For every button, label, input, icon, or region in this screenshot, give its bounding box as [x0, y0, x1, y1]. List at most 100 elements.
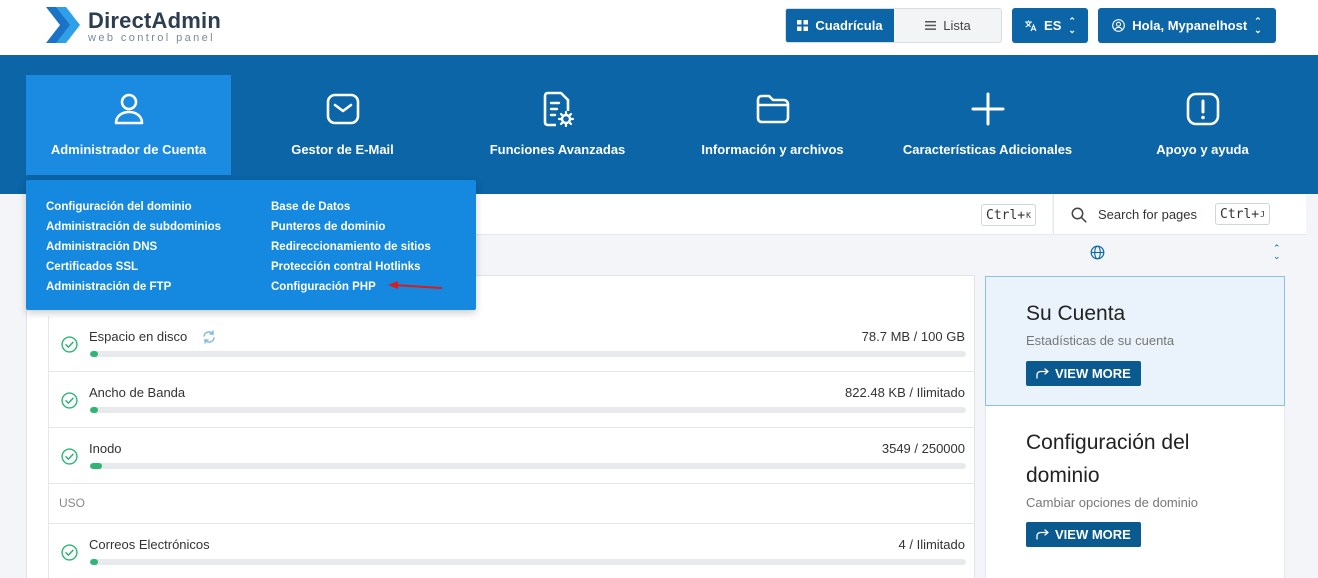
shortcut-key: J	[1260, 209, 1265, 219]
progress-bar	[90, 559, 966, 565]
progress-fill	[90, 463, 103, 469]
stat-label: Inodo	[89, 441, 122, 456]
user-menu-button[interactable]: Hola, Mypanelhost ⌃ ⌄	[1098, 8, 1276, 43]
search-pages-button[interactable]: Search for pages Ctrl+ J	[1053, 194, 1306, 235]
plus-icon	[971, 92, 1004, 126]
globe-icon[interactable]	[1090, 245, 1105, 260]
mail-icon	[326, 93, 359, 125]
check-circle-icon	[61, 448, 78, 465]
progress-fill	[90, 351, 98, 357]
nav-label: Gestor de E-Mail	[291, 142, 394, 157]
nav-account-manager[interactable]: Administrador de Cuenta	[26, 75, 231, 175]
logo-title: DirectAdmin	[88, 8, 221, 33]
dropdown-column-left: Configuración del dominio Administración…	[46, 197, 221, 297]
nav-additional-features[interactable]: Características Adicionales	[885, 75, 1090, 175]
stat-row-bandwidth: Ancho de Banda 822.48 KB / Ilimitado	[48, 372, 975, 428]
menu-item-site-redirection[interactable]: Redireccionamiento de sitios	[271, 237, 431, 257]
card-title-line2: dominio	[1026, 464, 1100, 487]
language-selector[interactable]: ES ⌃ ⌄	[1012, 8, 1088, 43]
top-header: DirectAdmin web control panel Cuadrícula…	[0, 0, 1318, 55]
stat-row-emails: Correos Electrónicos 4 / Ilimitado	[48, 524, 975, 578]
stat-label: Ancho de Banda	[89, 385, 186, 400]
check-circle-icon	[61, 544, 78, 561]
menu-item-dns[interactable]: Administración DNS	[46, 237, 221, 257]
account-card: Su Cuenta Estadísticas de su cuenta VIEW…	[985, 276, 1285, 406]
menu-item-subdomains[interactable]: Administración de subdominios	[46, 217, 221, 237]
chevron-updown-icon[interactable]: ⌃ ⌄	[1273, 244, 1281, 261]
progress-fill	[90, 407, 98, 413]
domain-setup-card: Configuración del dominio Cambiar opcion…	[985, 406, 1285, 578]
menu-item-hotlinks[interactable]: Protección contral Hotlinks	[271, 257, 431, 277]
user-icon	[114, 93, 143, 125]
view-more-label: VIEW MORE	[1055, 527, 1131, 542]
refresh-icon[interactable]	[202, 330, 216, 344]
menu-item-ftp[interactable]: Administración de FTP	[46, 277, 221, 297]
progress-bar	[90, 463, 966, 469]
stat-value: 4 / Ilimitado	[898, 537, 965, 552]
view-more-label: VIEW MORE	[1055, 366, 1131, 381]
nav-label: Administrador de Cuenta	[50, 142, 207, 157]
folder-icon	[756, 94, 789, 124]
progress-bar	[90, 407, 966, 413]
nav-support-help[interactable]: Apoyo y ayuda	[1100, 75, 1305, 175]
stat-row-disk: Espacio en disco 78.7 MB / 100 GB	[48, 316, 975, 372]
menu-item-ssl[interactable]: Certificados SSL	[46, 257, 221, 277]
nav-label: Funciones Avanzadas	[489, 142, 626, 157]
stat-value: 822.48 KB / Ilimitado	[845, 385, 965, 400]
toolbar-row: ⌃ ⌄	[1090, 244, 1286, 262]
card-subtitle: Cambiar opciones de dominio	[1026, 495, 1198, 510]
account-manager-dropdown: Configuración del dominio Administración…	[26, 180, 476, 310]
check-circle-icon	[61, 336, 78, 353]
section-label: USO	[59, 496, 86, 510]
stat-row-inodes: Inodo 3549 / 250000	[48, 428, 975, 484]
shortcut-text: Ctrl+	[986, 207, 1026, 223]
usage-section-header: USO	[48, 484, 975, 524]
progress-bar	[90, 351, 966, 357]
list-view-button[interactable]: Lista	[894, 9, 1001, 42]
share-arrow-icon	[1036, 529, 1049, 540]
view-more-button[interactable]: VIEW MORE	[1026, 522, 1141, 547]
language-label: ES	[1044, 18, 1062, 33]
nav-advanced-features[interactable]: Funciones Avanzadas	[455, 75, 660, 175]
grid-icon	[797, 20, 809, 31]
menu-item-databases[interactable]: Base de Datos	[271, 197, 431, 217]
list-view-label: Lista	[943, 18, 971, 33]
translate-icon	[1025, 20, 1037, 32]
search-pages-label: Search for pages	[1098, 207, 1198, 222]
view-more-button[interactable]: VIEW MORE	[1026, 361, 1141, 386]
search-shortcut-hint: Ctrl+ K	[981, 204, 1036, 226]
logo[interactable]: DirectAdmin web control panel	[44, 5, 244, 47]
view-toggle: Cuadrícula Lista	[785, 8, 1002, 43]
stat-label: Correos Electrónicos	[89, 537, 210, 552]
chevron-updown-icon: ⌃ ⌄	[1254, 15, 1262, 35]
chevron-updown-icon: ⌃ ⌄	[1068, 15, 1076, 35]
logo-subtitle: web control panel	[88, 32, 216, 44]
card-title-line1: Configuración del	[1026, 431, 1190, 454]
list-icon	[925, 21, 937, 30]
menu-item-domain-setup[interactable]: Configuración del dominio	[46, 197, 221, 217]
nav-email-manager[interactable]: Gestor de E-Mail	[240, 75, 445, 175]
share-arrow-icon	[1036, 368, 1049, 379]
search-pages-shortcut-hint: Ctrl+ J	[1215, 203, 1270, 225]
user-greeting: Hola, Mypanelhost	[1132, 18, 1248, 33]
alert-icon	[1186, 92, 1219, 126]
grid-view-label: Cuadrícula	[815, 18, 883, 33]
stat-value: 78.7 MB / 100 GB	[861, 329, 965, 344]
directadmin-logo-icon	[46, 7, 80, 43]
card-subtitle: Estadísticas de su cuenta	[1026, 333, 1175, 348]
nav-information-files[interactable]: Información y archivos	[670, 75, 875, 175]
nav-label: Características Adicionales	[902, 142, 1073, 157]
main-nav: Administrador de Cuenta Gestor de E-Mail…	[0, 55, 1318, 194]
grid-view-button[interactable]: Cuadrícula	[786, 9, 894, 42]
stats-panel: Espacio en disco 78.7 MB / 100 GB Ancho …	[26, 275, 975, 578]
progress-fill	[90, 559, 98, 565]
user-circle-icon	[1112, 19, 1126, 32]
shortcut-key: K	[1026, 210, 1031, 220]
menu-item-domain-pointers[interactable]: Punteros de dominio	[271, 217, 431, 237]
nav-label: Información y archivos	[701, 142, 844, 157]
shortcut-text: Ctrl+	[1220, 206, 1260, 222]
annotation-arrow-icon	[388, 281, 442, 289]
stat-value: 3549 / 250000	[881, 441, 965, 456]
check-circle-icon	[61, 392, 78, 409]
nav-label: Apoyo y ayuda	[1156, 142, 1249, 157]
